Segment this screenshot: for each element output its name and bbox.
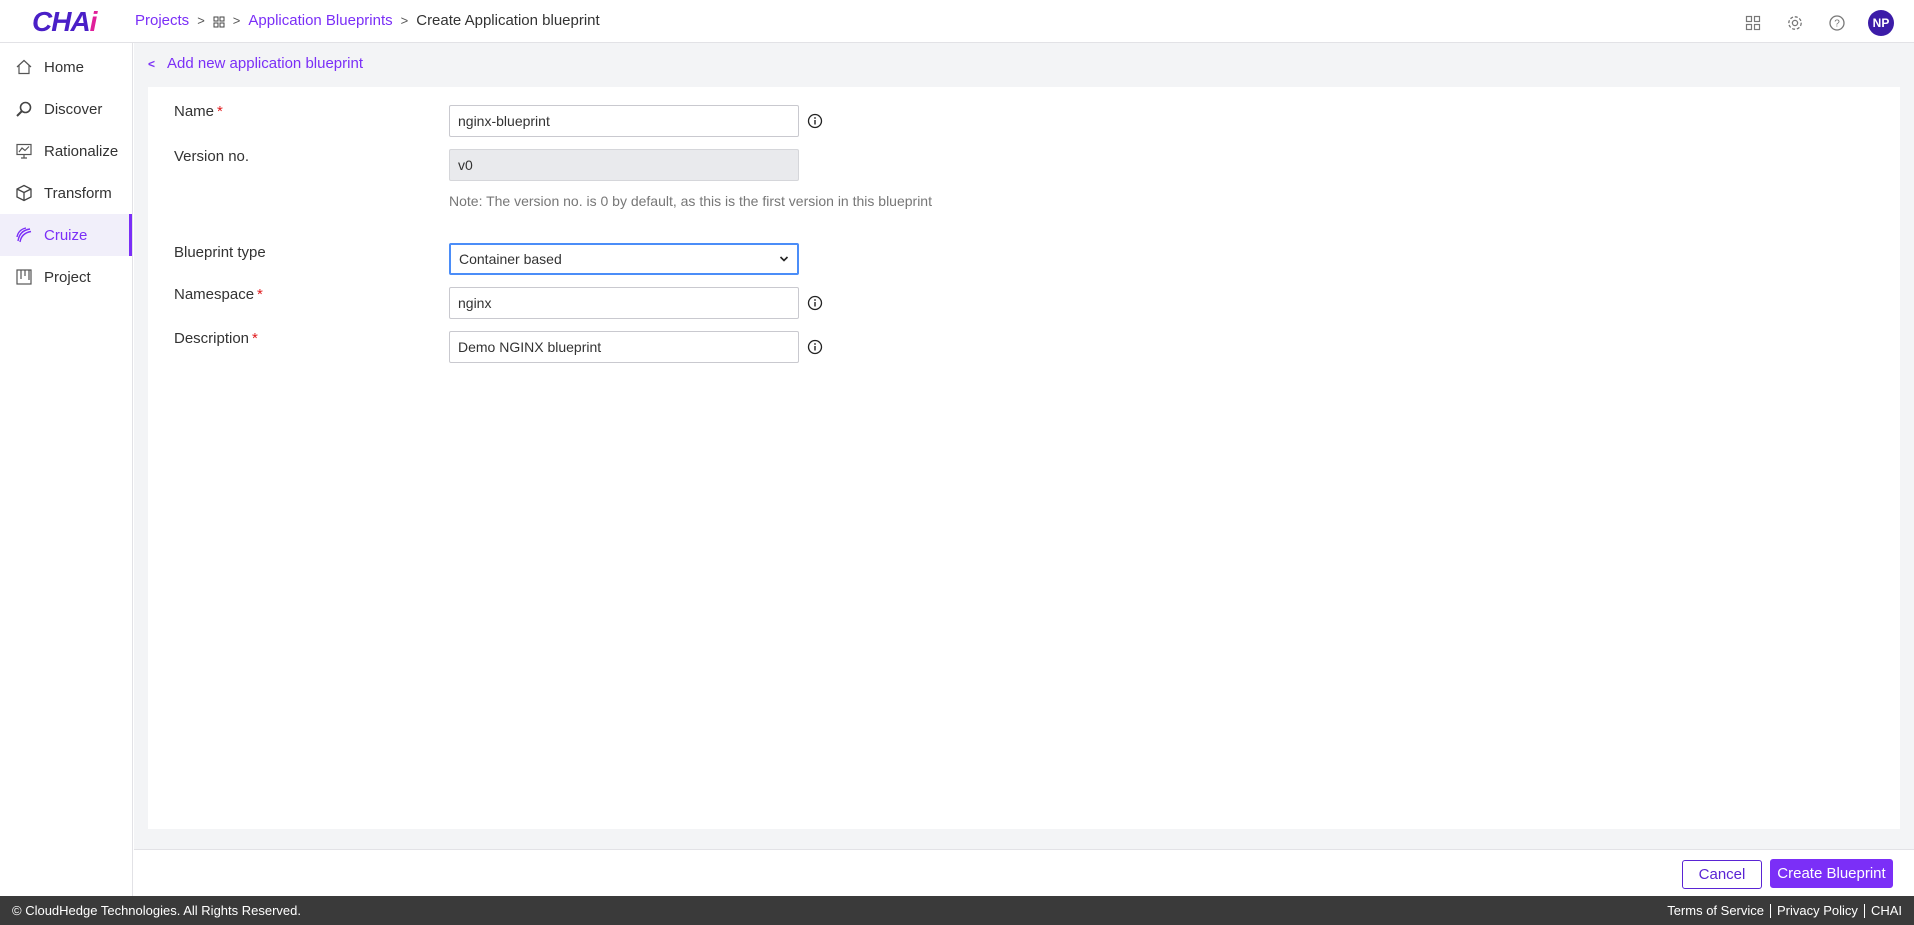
info-icon[interactable] bbox=[807, 339, 823, 355]
logo-accent: i bbox=[89, 6, 98, 37]
user-avatar[interactable]: NP bbox=[1868, 10, 1894, 36]
version-label: Version no. bbox=[174, 148, 250, 165]
help-icon[interactable]: ? bbox=[1826, 12, 1848, 34]
breadcrumb: Projects > > Application Blueprints > Cr… bbox=[135, 12, 600, 29]
sidebar-item-home[interactable]: Home bbox=[0, 46, 132, 88]
description-label-text: Description bbox=[174, 330, 250, 347]
sidebar-item-label: Cruize bbox=[44, 226, 88, 244]
chai-logo[interactable]: CHAi bbox=[32, 6, 98, 38]
project-icon bbox=[14, 267, 34, 287]
sidebar-item-rationalize[interactable]: Rationalize bbox=[0, 130, 132, 172]
grid-icon[interactable] bbox=[213, 15, 225, 27]
info-icon[interactable] bbox=[807, 113, 823, 129]
breadcrumb-application-blueprints[interactable]: Application Blueprints bbox=[248, 12, 392, 29]
discover-icon bbox=[14, 99, 34, 119]
main-content: < Add new application blueprint Name* Ve… bbox=[134, 43, 1914, 849]
description-label: Description * bbox=[174, 330, 258, 347]
version-input bbox=[449, 149, 799, 181]
footer-divider bbox=[1770, 903, 1772, 918]
sidebar-item-label: Discover bbox=[44, 100, 103, 118]
transform-icon bbox=[14, 183, 34, 203]
version-note: Note: The version no. is 0 by default, a… bbox=[449, 193, 932, 209]
blueprint-form: Name* Version no. Note: The version no. … bbox=[148, 87, 1900, 829]
chevron-left-icon: < bbox=[148, 56, 156, 71]
info-icon[interactable] bbox=[807, 295, 823, 311]
top-bar: CHAi Projects > > Application Blueprints… bbox=[0, 0, 1914, 43]
sidebar-item-label: Transform bbox=[44, 184, 112, 202]
footer: © CloudHedge Technologies. All Rights Re… bbox=[0, 896, 1914, 925]
required-asterisk: * bbox=[257, 286, 263, 303]
description-input[interactable] bbox=[449, 331, 799, 363]
sidebar-item-transform[interactable]: Transform bbox=[0, 172, 132, 214]
back-link[interactable]: < Add new application blueprint bbox=[148, 55, 363, 72]
breadcrumb-current: Create Application blueprint bbox=[416, 12, 600, 29]
create-blueprint-button[interactable]: Create Blueprint bbox=[1770, 859, 1893, 888]
breadcrumb-projects[interactable]: Projects bbox=[135, 12, 189, 29]
sidebar-item-discover[interactable]: Discover bbox=[0, 88, 132, 130]
sidebar-item-label: Home bbox=[44, 58, 85, 76]
namespace-input[interactable] bbox=[449, 287, 799, 319]
footer-brand[interactable]: CHAI bbox=[1871, 903, 1902, 918]
settings-gear-icon[interactable] bbox=[1784, 12, 1806, 34]
sidebar-item-project[interactable]: Project bbox=[0, 256, 132, 298]
privacy-policy-link[interactable]: Privacy Policy bbox=[1777, 903, 1858, 918]
breadcrumb-separator-icon: > bbox=[232, 13, 241, 28]
sidebar: Home Discover Rationalize Transform Crui… bbox=[0, 43, 133, 896]
sidebar-item-cruize[interactable]: Cruize bbox=[0, 214, 132, 256]
action-bar: Cancel Create Blueprint bbox=[134, 849, 1914, 896]
sidebar-item-label: Rationalize bbox=[44, 142, 119, 160]
chevron-down-icon bbox=[779, 256, 789, 262]
cruize-icon bbox=[14, 225, 34, 245]
name-label-text: Name bbox=[174, 103, 215, 120]
back-link-label: Add new application blueprint bbox=[167, 55, 363, 72]
terms-of-service-link[interactable]: Terms of Service bbox=[1667, 903, 1764, 918]
cancel-button[interactable]: Cancel bbox=[1682, 860, 1762, 889]
sidebar-item-label: Project bbox=[44, 268, 91, 286]
namespace-label: Namespace * bbox=[174, 286, 263, 303]
name-input[interactable] bbox=[449, 105, 799, 137]
svg-text:?: ? bbox=[1834, 19, 1840, 30]
blueprint-type-label: Blueprint type bbox=[174, 244, 266, 261]
home-icon bbox=[14, 57, 34, 77]
rationalize-icon bbox=[14, 141, 34, 161]
namespace-label-text: Namespace bbox=[174, 286, 255, 303]
breadcrumb-separator-icon: > bbox=[197, 13, 205, 28]
required-asterisk: * bbox=[217, 103, 223, 120]
blueprint-type-select[interactable]: Container based bbox=[449, 243, 799, 275]
footer-links: Terms of Service Privacy Policy CHAI bbox=[1667, 903, 1902, 918]
blueprint-type-value: Container based bbox=[459, 251, 562, 267]
breadcrumb-separator-icon: > bbox=[400, 13, 409, 28]
apps-grid-icon[interactable] bbox=[1742, 12, 1764, 34]
header-actions: ? NP bbox=[1742, 10, 1894, 36]
required-asterisk: * bbox=[252, 330, 258, 347]
footer-copyright: © CloudHedge Technologies. All Rights Re… bbox=[12, 903, 302, 918]
logo-text: CHA bbox=[32, 6, 91, 37]
footer-divider bbox=[1863, 903, 1865, 918]
name-label: Name * bbox=[174, 103, 223, 120]
